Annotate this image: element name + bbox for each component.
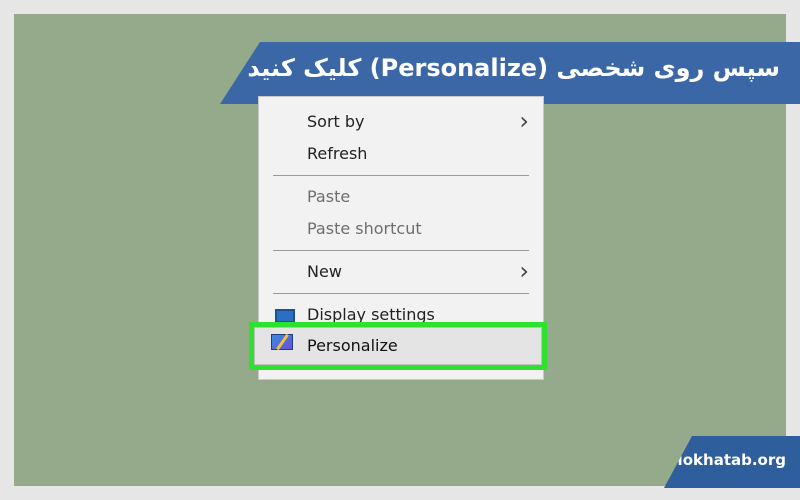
menu-item-label: Refresh [307,144,368,163]
menu-item-paste[interactable]: Paste [259,182,543,212]
banner-text: سپس روی شخصی (Personalize) کلیک کنید [247,54,780,82]
menu-item-new[interactable]: New › [259,257,543,287]
display-icon [275,309,295,323]
menu-separator [273,293,529,294]
menu-separator [273,250,529,251]
menu-item-paste-shortcut[interactable]: Paste shortcut [259,214,543,244]
highlight-box [249,322,547,370]
watermark-text: Mokhatab.org [667,451,786,469]
chevron-right-icon: › [519,257,529,285]
menu-item-label: New [307,262,342,281]
instruction-banner: سپس روی شخصی (Personalize) کلیک کنید [220,42,800,104]
chevron-right-icon: › [519,107,529,135]
menu-item-label: Sort by [307,112,365,131]
menu-item-label: Paste [307,187,351,206]
menu-item-label: Paste shortcut [307,219,422,238]
menu-separator [273,175,529,176]
menu-item-sort-by[interactable]: Sort by › [259,107,543,137]
menu-item-refresh[interactable]: Refresh [259,139,543,169]
